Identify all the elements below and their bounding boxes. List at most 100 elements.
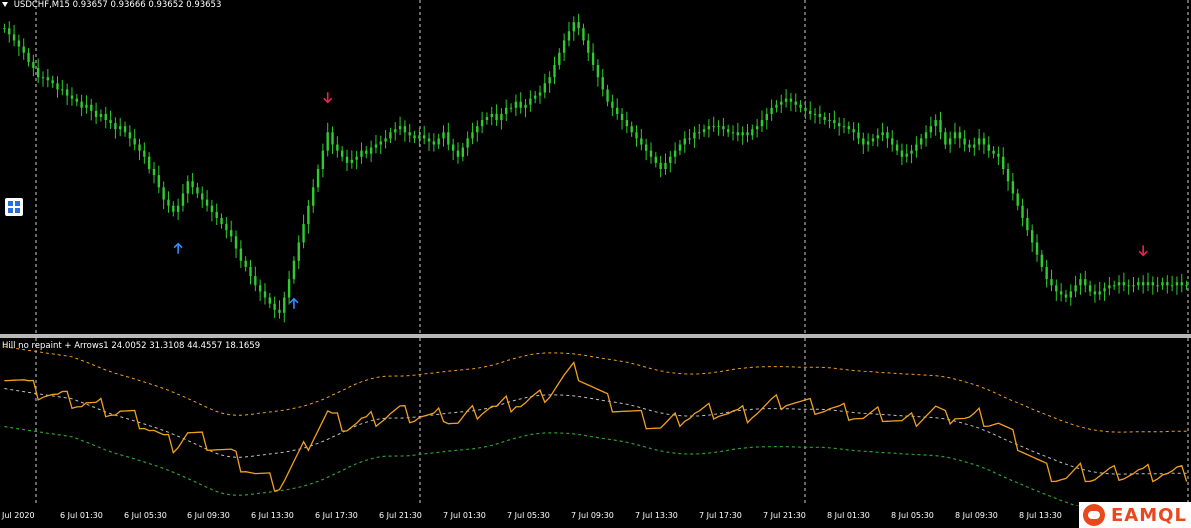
candle-body (471, 132, 474, 139)
candle-body (61, 89, 64, 91)
candle-body (340, 150, 344, 157)
candle-body (601, 77, 604, 90)
candle-body (1002, 156, 1005, 169)
upper-band-line (4, 346, 1187, 433)
candle-body (307, 205, 310, 225)
candle-body (3, 28, 6, 30)
candle-body (693, 132, 696, 139)
candle-body (254, 276, 257, 286)
candle-body (977, 138, 981, 145)
candle-body (1098, 291, 1101, 295)
brand-name: EAMQL (1111, 504, 1187, 526)
candle-body (442, 132, 445, 139)
candle-body (596, 64, 600, 78)
candle-body (895, 144, 899, 151)
candle-body (702, 129, 706, 133)
candle-body (268, 297, 271, 304)
candle-body (828, 120, 831, 122)
candle-body (953, 132, 957, 139)
candle-body (263, 291, 267, 298)
candle-body (948, 138, 952, 145)
chart-menu-triangle-icon[interactable] (2, 2, 8, 7)
candle-body (866, 141, 870, 145)
candle-body (17, 40, 21, 47)
candle-body (316, 169, 320, 188)
candle-body (292, 260, 296, 280)
candle-body (157, 175, 161, 188)
candle-body (625, 120, 629, 127)
candle-body (345, 156, 349, 163)
candle-body (1146, 282, 1150, 286)
candle-body (75, 98, 78, 102)
price-chart[interactable] (0, 0, 1191, 334)
candle-body (688, 138, 691, 140)
candle-body (809, 110, 812, 114)
candle-body (1113, 285, 1116, 287)
candle-body (722, 126, 725, 130)
indicator-chart[interactable] (0, 338, 1191, 506)
candle-body (939, 120, 942, 133)
indicator-pane[interactable]: Hill no repaint + Arrows1 24.0052 31.310… (0, 338, 1191, 506)
candle-body (1045, 266, 1048, 280)
candle-body (915, 144, 918, 151)
candle-body (229, 230, 233, 237)
candle-body (1030, 230, 1034, 243)
candle-body (712, 126, 715, 128)
candle-body (201, 193, 204, 200)
candle-body (611, 101, 614, 108)
candle-body (1064, 294, 1068, 298)
middle-band-line (4, 388, 1187, 475)
candle-body (321, 150, 325, 169)
candle-body (1127, 285, 1130, 287)
time-axis-label: 8 Jul 05:30 (891, 511, 934, 520)
candle-body (1074, 285, 1077, 292)
candle-body (1170, 285, 1174, 287)
chart-window[interactable]: USDCHF,M15 0.93657 0.93666 0.93652 0.936… (0, 0, 1191, 528)
candle-body (1122, 282, 1126, 286)
candle-body (85, 104, 88, 108)
candle-body (958, 132, 962, 139)
candle-body (480, 120, 484, 127)
price-pane[interactable]: USDCHF,M15 0.93657 0.93666 0.93652 0.936… (0, 0, 1191, 334)
candle-body (852, 129, 855, 133)
candle-body (755, 126, 759, 130)
candle-body (1084, 279, 1087, 286)
one-click-trading-icon[interactable] (5, 198, 23, 216)
candle-body (384, 138, 387, 142)
candle-body (529, 98, 532, 105)
candle-body (1180, 282, 1183, 286)
candle-body (36, 68, 40, 78)
candle-body (413, 135, 416, 139)
time-axis-label: 7 Jul 05:30 (507, 511, 550, 520)
candle-body (587, 40, 590, 53)
candle-body (775, 104, 778, 108)
candle-body (398, 126, 402, 130)
candle-body (32, 61, 35, 69)
candle-body (432, 141, 436, 145)
candle-body (799, 104, 802, 108)
candle-body (746, 132, 749, 136)
time-axis-label: 6 Jul 13:30 (251, 511, 294, 520)
time-axis-label: 7 Jul 09:30 (571, 511, 614, 520)
candle-body (789, 98, 793, 102)
candle-body (379, 141, 382, 145)
candle-body (577, 22, 580, 29)
candle-body (649, 150, 653, 157)
time-axis-label: 6 Jul 09:30 (187, 511, 230, 520)
candle-body (437, 138, 440, 145)
indicator-name: Hill no repaint + Arrows1 (2, 341, 109, 351)
candle-body (128, 132, 132, 139)
candle-body (152, 169, 156, 176)
indicator-header: Hill no repaint + Arrows1 24.0052 31.310… (2, 341, 260, 351)
candle-body (80, 101, 83, 108)
candle-body (678, 144, 682, 151)
candle-body (847, 126, 851, 130)
candle-body (1166, 282, 1169, 286)
candle-body (1079, 279, 1082, 286)
candle-body (900, 150, 904, 157)
candle-body (1132, 285, 1135, 287)
candle-body (1093, 291, 1097, 295)
candle-body (408, 132, 411, 136)
candle-body (857, 132, 860, 139)
candle-body (476, 126, 479, 133)
